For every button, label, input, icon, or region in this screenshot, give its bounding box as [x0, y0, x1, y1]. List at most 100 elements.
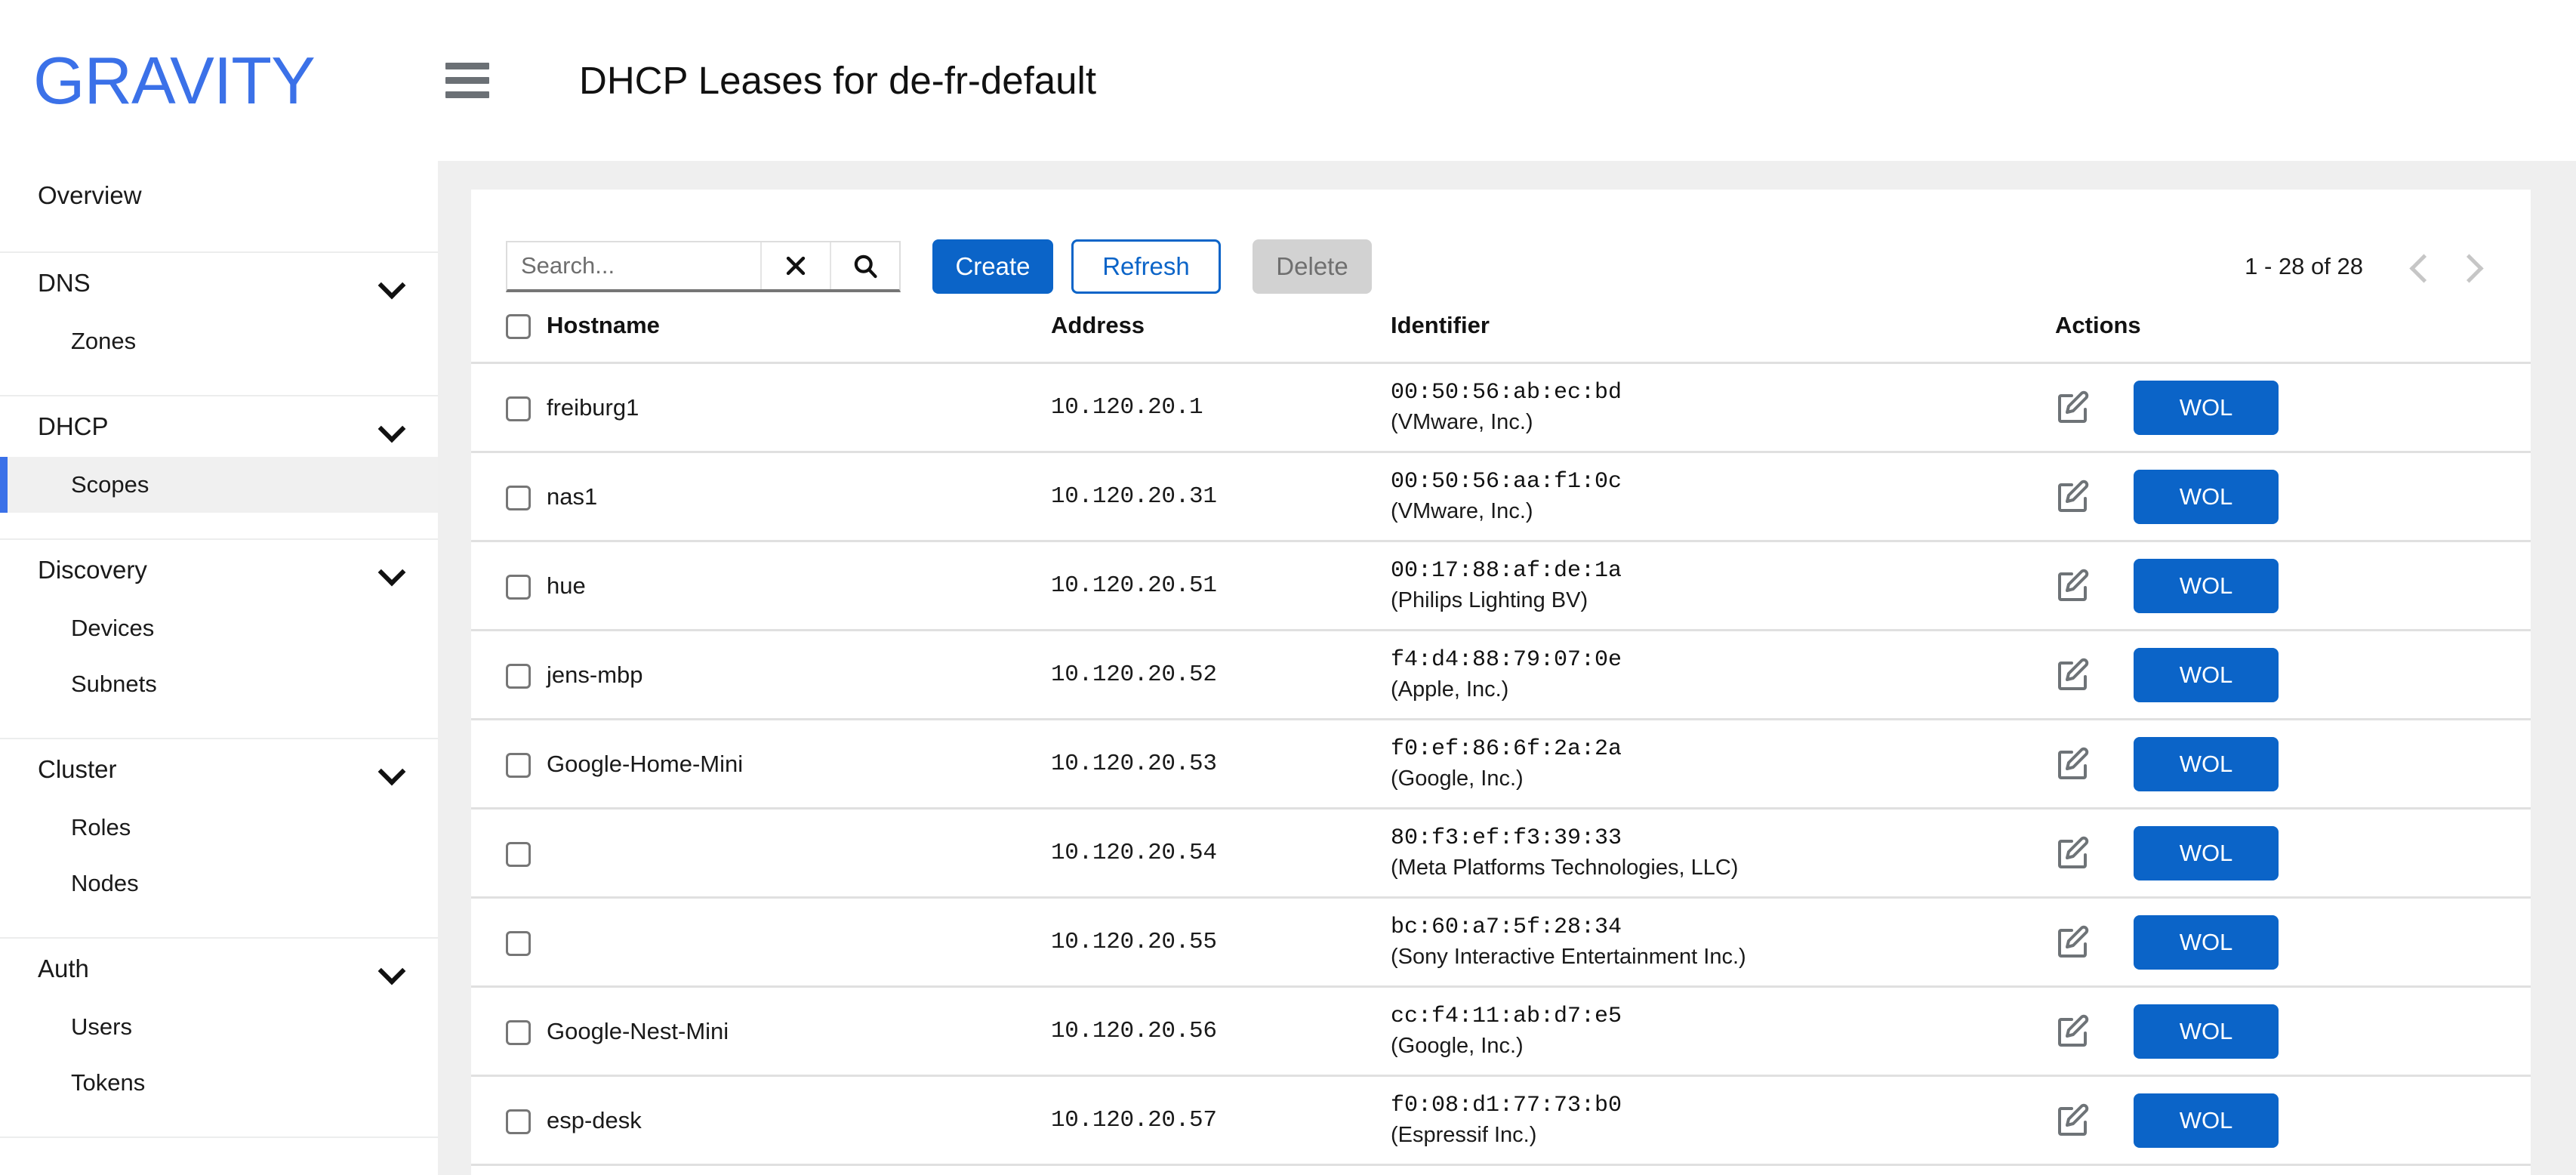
chevron-down-icon[interactable]	[379, 961, 405, 976]
sidebar-group-overview: Overview	[0, 165, 438, 253]
clear-search-button[interactable]	[760, 242, 830, 289]
sidebar-spacer	[0, 226, 438, 251]
column-header-hostname: Hostname	[547, 304, 1051, 363]
identifier-vendor: (Philips Lighting BV)	[1391, 586, 2055, 615]
chevron-down-icon[interactable]	[379, 419, 405, 434]
chevron-right-icon[interactable]	[2443, 244, 2488, 289]
wol-button[interactable]: WOL	[2134, 826, 2279, 880]
identifier-vendor: (VMware, Inc.)	[1391, 497, 2055, 526]
chevron-down-icon[interactable]	[379, 762, 405, 777]
edit-icon[interactable]	[2055, 746, 2091, 782]
table-row: freiburg110.120.20.100:50:56:ab:ec:bd(VM…	[471, 363, 2531, 452]
sidebar-group-label: Overview	[38, 181, 142, 210]
sidebar-item-scopes[interactable]: Scopes	[0, 457, 438, 513]
search-input[interactable]	[507, 242, 760, 289]
sidebar-item-overview[interactable]: Overview	[0, 165, 438, 226]
cell-identifier: 00:50:56:aa:f1:0c(VMware, Inc.)	[1391, 452, 2055, 541]
cell-identifier: bc:60:a7:5f:28:34(Sony Interactive Enter…	[1391, 898, 2055, 987]
sidebar-item-auth[interactable]: Auth	[0, 939, 438, 999]
wol-button[interactable]: WOL	[2134, 470, 2279, 524]
edit-icon[interactable]	[2055, 390, 2091, 426]
select-all-checkbox[interactable]	[506, 314, 531, 339]
cell-actions: WOL	[2055, 898, 2531, 987]
content-area: Create Refresh Delete 1 - 28 of 28	[438, 161, 2576, 1175]
row-checkbox[interactable]	[506, 1020, 531, 1045]
hamburger-bar	[445, 91, 489, 98]
create-button[interactable]: Create	[932, 239, 1053, 294]
row-checkbox[interactable]	[506, 396, 531, 421]
row-checkbox[interactable]	[506, 931, 531, 956]
table-row: jens-mbp10.120.20.52f4:d4:88:79:07:0e(Ap…	[471, 631, 2531, 720]
column-header-address: Address	[1051, 304, 1391, 363]
edit-icon[interactable]	[2055, 568, 2091, 604]
hamburger-icon[interactable]	[445, 63, 492, 98]
wol-button[interactable]: WOL	[2134, 559, 2279, 613]
sidebar-spacer	[0, 1111, 438, 1136]
actions-wrapper: WOL	[2055, 915, 2531, 970]
edit-icon[interactable]	[2055, 835, 2091, 871]
wol-button[interactable]: WOL	[2134, 915, 2279, 970]
table-row: hue10.120.20.5100:17:88:af:de:1a(Philips…	[471, 541, 2531, 631]
cell-actions: WOL	[2055, 720, 2531, 809]
table-header-row: Hostname Address Identifier Actions	[471, 304, 2531, 363]
edit-icon[interactable]	[2055, 924, 2091, 961]
row-checkbox[interactable]	[506, 1109, 531, 1134]
cell-hostname: esp-desk	[547, 1076, 1051, 1165]
chevron-left-icon[interactable]	[2398, 244, 2443, 289]
edit-icon[interactable]	[2055, 479, 2091, 515]
delete-button[interactable]: Delete	[1253, 239, 1372, 294]
row-select-cell	[471, 541, 547, 631]
cell-address: 10.120.20.56	[1051, 987, 1391, 1076]
sidebar-item-zones[interactable]: Zones	[0, 313, 438, 369]
wol-button[interactable]: WOL	[2134, 381, 2279, 435]
search-box	[506, 241, 901, 292]
column-header-identifier: Identifier	[1391, 304, 2055, 363]
sidebar-item-roles[interactable]: Roles	[0, 800, 438, 856]
sidebar-item-cluster[interactable]: Cluster	[0, 739, 438, 800]
sidebar-item-label: Tokens	[71, 1069, 145, 1096]
actions-wrapper: WOL	[2055, 648, 2531, 702]
row-select-cell	[471, 363, 547, 452]
cell-hostname: freiburg1	[547, 363, 1051, 452]
wol-button[interactable]: WOL	[2134, 1093, 2279, 1148]
row-checkbox[interactable]	[506, 486, 531, 510]
sidebar-item-discovery[interactable]: Discovery	[0, 540, 438, 600]
edit-icon[interactable]	[2055, 657, 2091, 693]
cell-actions: WOL	[2055, 1076, 2531, 1165]
edit-icon[interactable]	[2055, 1013, 2091, 1050]
cell-hostname: nas1	[547, 452, 1051, 541]
row-select-cell	[471, 898, 547, 987]
table-row: Google-Nest-Mini10.120.20.56cc:f4:11:ab:…	[471, 987, 2531, 1076]
sidebar-item-tokens[interactable]: Tokens	[0, 1055, 438, 1111]
refresh-button[interactable]: Refresh	[1071, 239, 1221, 294]
sidebar-item-users[interactable]: Users	[0, 999, 438, 1055]
sidebar-item-label: Users	[71, 1013, 132, 1041]
row-checkbox[interactable]	[506, 575, 531, 600]
sidebar-item-dhcp[interactable]: DHCP	[0, 396, 438, 457]
sidebar-item-nodes[interactable]: Nodes	[0, 856, 438, 911]
wol-button[interactable]: WOL	[2134, 648, 2279, 702]
sidebar-item-devices[interactable]: Devices	[0, 600, 438, 656]
chevron-down-icon[interactable]	[379, 276, 405, 291]
table-row: 10.120.20.55bc:60:a7:5f:28:34(Sony Inter…	[471, 898, 2531, 987]
sidebar-group-auth: Auth Users Tokens	[0, 939, 438, 1138]
chevron-down-icon[interactable]	[379, 563, 405, 578]
identifier-mac: cc:f4:11:ab:d7:e5	[1391, 1002, 2055, 1032]
row-checkbox[interactable]	[506, 842, 531, 867]
brand-logo[interactable]: GRAVITY	[0, 48, 438, 114]
edit-icon[interactable]	[2055, 1103, 2091, 1139]
row-select-cell	[471, 631, 547, 720]
wol-button[interactable]: WOL	[2134, 737, 2279, 791]
row-checkbox[interactable]	[506, 664, 531, 689]
cell-address: 10.120.20.51	[1051, 541, 1391, 631]
table-row: 10.120.20.5480:f3:ef:f3:39:33(Meta Platf…	[471, 809, 2531, 898]
sidebar-spacer	[0, 369, 438, 395]
identifier-mac: bc:60:a7:5f:28:34	[1391, 913, 2055, 943]
cell-identifier: 00:17:88:af:de:1a(Philips Lighting BV)	[1391, 541, 2055, 631]
wol-button[interactable]: WOL	[2134, 1004, 2279, 1059]
sidebar-item-subnets[interactable]: Subnets	[0, 656, 438, 712]
row-checkbox[interactable]	[506, 753, 531, 778]
search-button[interactable]	[830, 242, 899, 289]
cell-actions: WOL	[2055, 631, 2531, 720]
sidebar-item-dns[interactable]: DNS	[0, 253, 438, 313]
